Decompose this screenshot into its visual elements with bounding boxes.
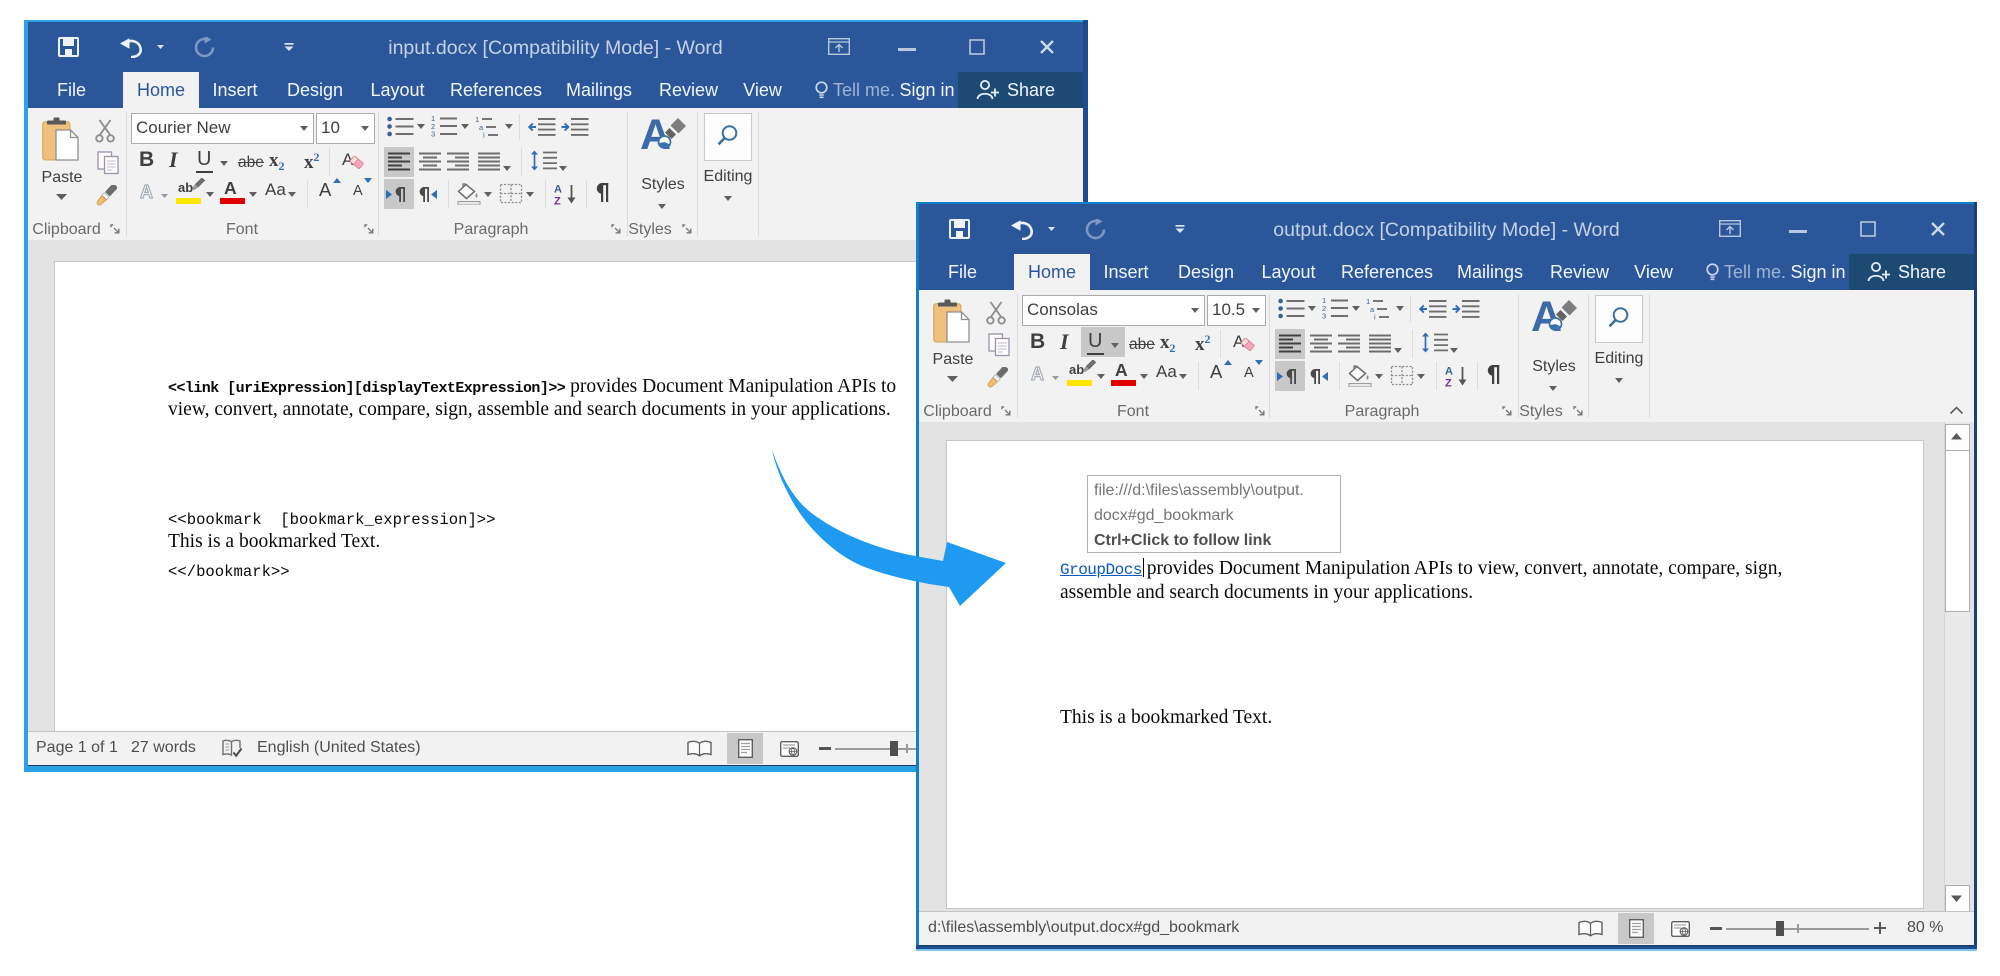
svg-text:A: A <box>554 184 562 196</box>
svg-text:Z: Z <box>1445 378 1452 388</box>
svg-text:A: A <box>1445 366 1453 378</box>
svg-text:3: 3 <box>1322 312 1326 320</box>
svg-text:3: 3 <box>431 130 435 138</box>
svg-text:Z: Z <box>554 196 561 206</box>
svg-text:i: i <box>483 131 485 139</box>
svg-text:i: i <box>1374 313 1376 321</box>
